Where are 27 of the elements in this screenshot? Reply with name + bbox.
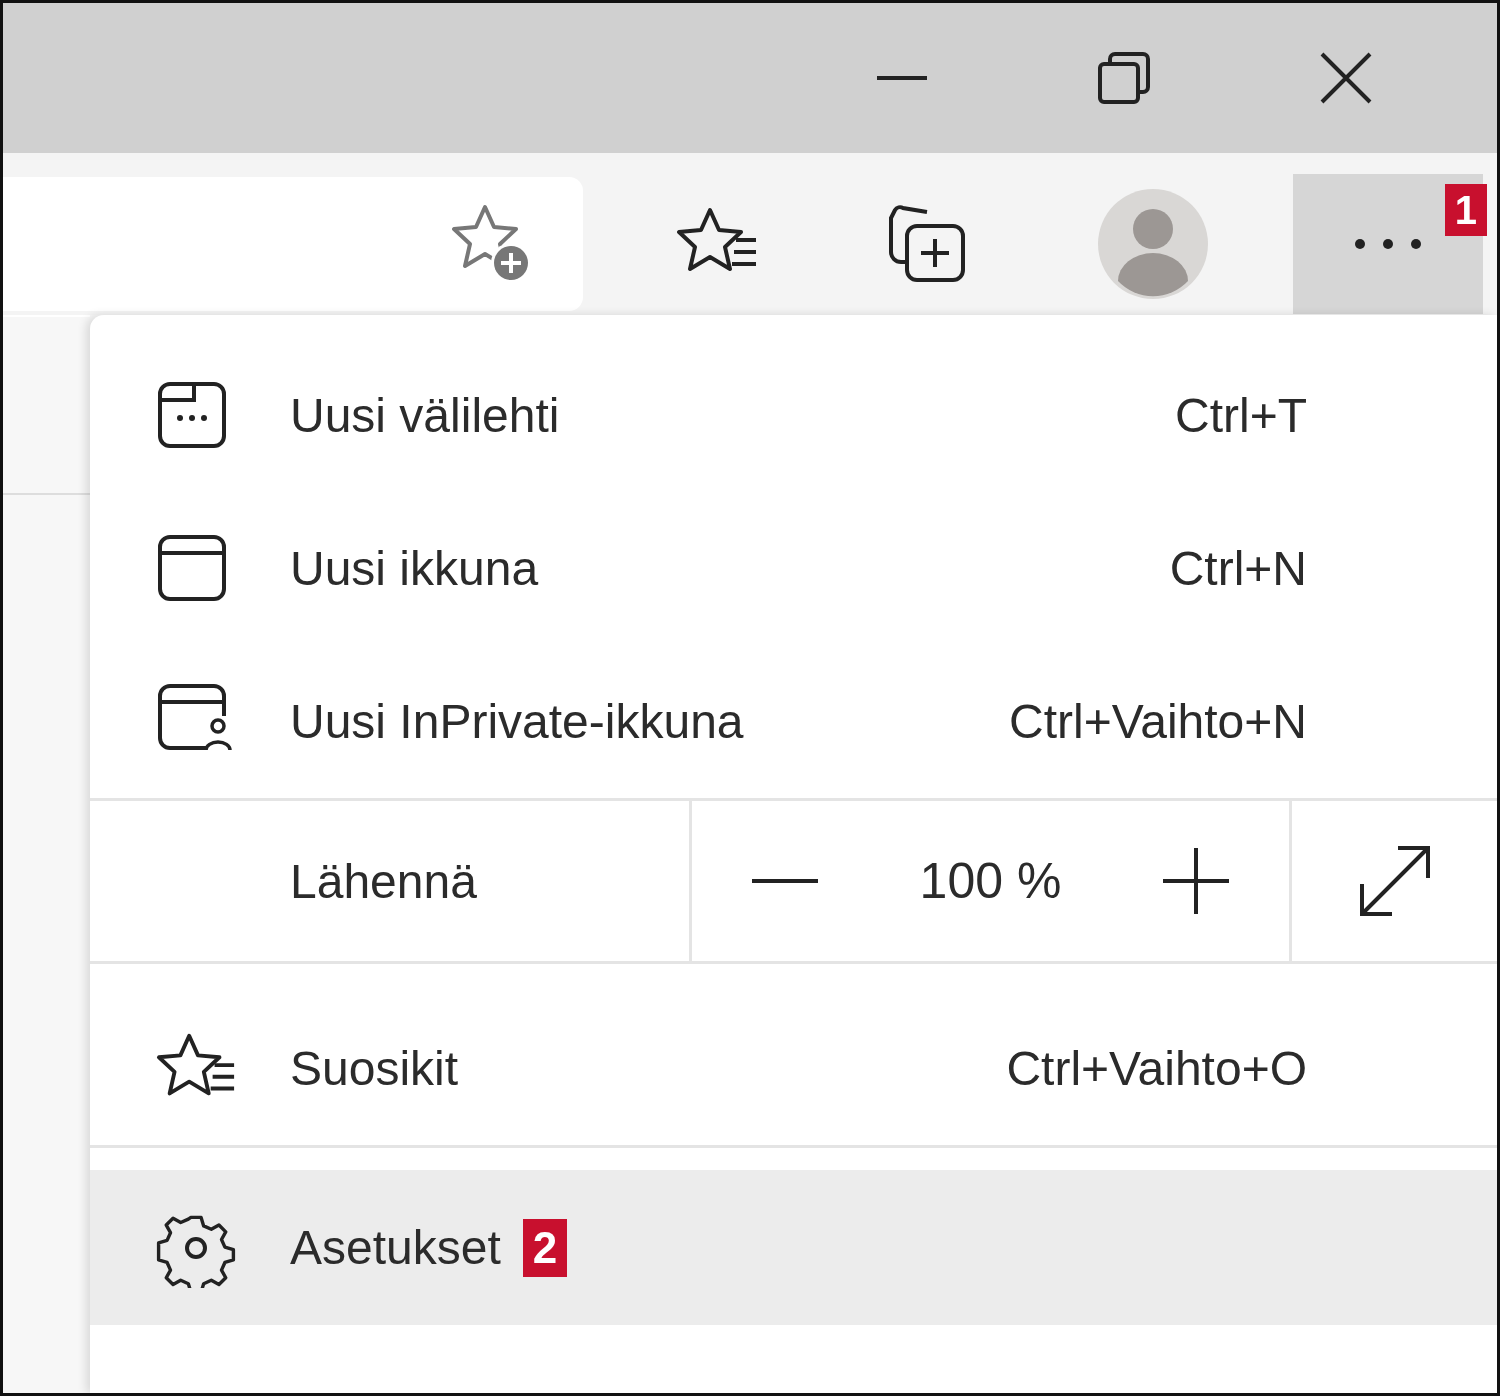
profile-avatar[interactable]: [1098, 189, 1208, 299]
number-badge: 2: [522, 1218, 568, 1277]
zoom-level: 100 %: [919, 852, 1062, 910]
plus-icon: [1161, 846, 1232, 916]
menu-item-label: Asetukset: [290, 1220, 501, 1275]
menu-item-label: Uusi InPrivate-ikkuna: [290, 694, 744, 749]
menu-item[interactable]: Asetukset 2: [90, 1170, 1497, 1325]
menu-item[interactable]: Uusi ikkuna Ctrl+N: [90, 492, 1497, 645]
menu-item-label: Uusi välilehti: [290, 388, 560, 443]
close-icon: [1319, 51, 1373, 105]
zoom-label: Lähennä: [290, 853, 477, 909]
menu-item[interactable]: Uusi välilehti Ctrl+T: [90, 339, 1497, 492]
shortcut-label: Ctrl+N: [1169, 541, 1307, 596]
number-badge: 1: [1444, 184, 1487, 236]
more-icon: [1355, 239, 1421, 249]
shortcut-label: Ctrl+Vaihto+N: [1009, 694, 1307, 749]
minus-icon: [749, 876, 820, 886]
shortcut-label: Ctrl+T: [1175, 388, 1307, 443]
more-button[interactable]: [1293, 174, 1483, 314]
menu-item[interactable]: Suosikit Ctrl+Vaihto+O: [90, 992, 1497, 1145]
menu-item-label: Uusi ikkuna: [290, 541, 539, 596]
restore-icon: [1097, 51, 1151, 105]
fullscreen-icon[interactable]: [1357, 844, 1432, 918]
minimize-icon: [877, 75, 927, 81]
menu-item-label: Suosikit: [290, 1041, 459, 1096]
menu-item[interactable]: Uusi InPrivate-ikkuna Ctrl+Vaihto+N: [90, 645, 1497, 798]
shortcut-label: Ctrl+Vaihto+O: [1006, 1041, 1307, 1096]
